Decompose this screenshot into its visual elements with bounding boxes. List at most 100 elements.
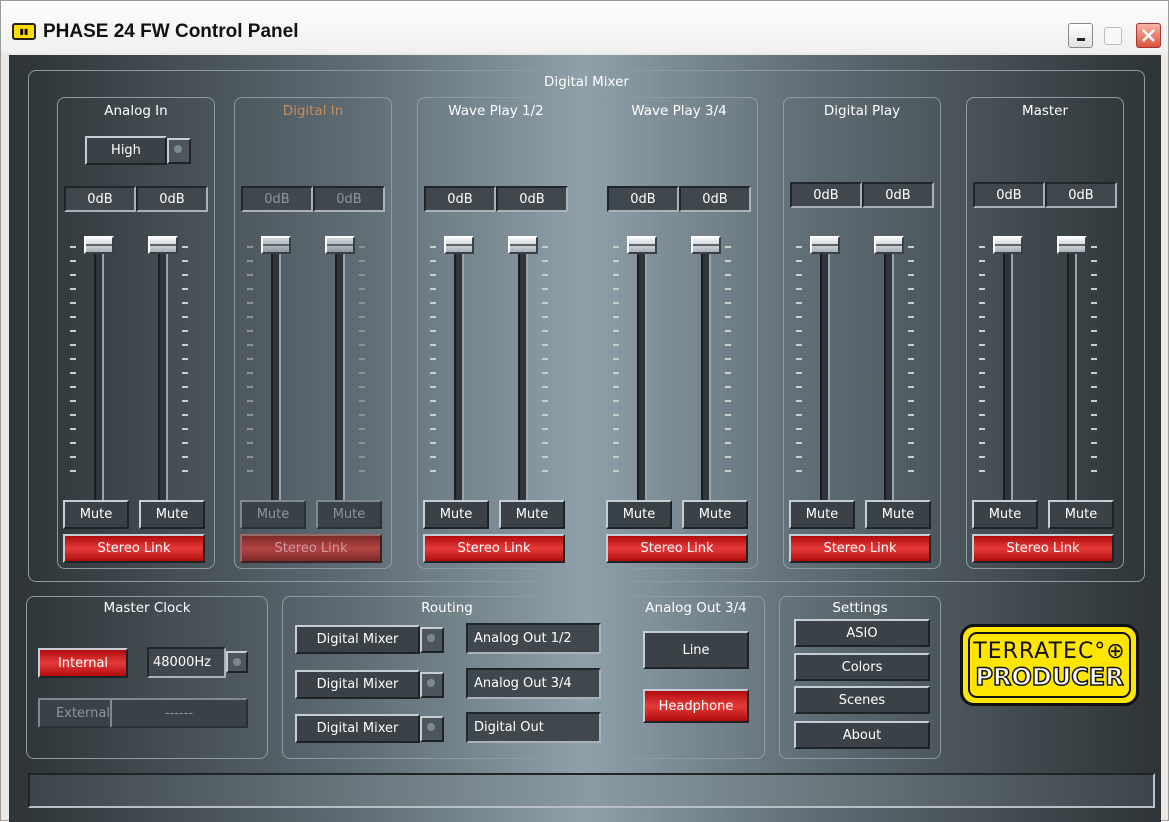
- right-fader-track[interactable]: [158, 250, 168, 506]
- stereo-link-button[interactable]: Stereo Link: [240, 534, 382, 563]
- channel-analog-in: Analog In High 0dB 0dB Mute Mute Stereo Link: [57, 97, 215, 569]
- left-fader-track[interactable]: [454, 250, 464, 506]
- left-fader-handle[interactable]: [993, 236, 1023, 254]
- channel-title: Wave Play 3/4: [631, 103, 727, 119]
- sample-rate-select[interactable]: 48000Hz: [147, 647, 226, 678]
- routing-source-select[interactable]: Digital Mixer: [295, 625, 420, 654]
- asio-button[interactable]: ASIO: [794, 619, 930, 647]
- input-gain-select[interactable]: High: [85, 136, 167, 165]
- fader-tick: [542, 386, 548, 388]
- left-fader-track[interactable]: [637, 250, 647, 506]
- fader-tick: [70, 428, 76, 430]
- left-fader-handle[interactable]: [84, 236, 114, 254]
- left-fader-handle[interactable]: [261, 236, 291, 254]
- mute-right-button[interactable]: Mute: [682, 500, 748, 529]
- fader-tick: [70, 246, 76, 248]
- fader-tick: [359, 386, 365, 388]
- fader-tick: [908, 400, 914, 402]
- fader-tick: [70, 274, 76, 276]
- fader-tick: [908, 288, 914, 290]
- fader-tick: [908, 358, 914, 360]
- left-fader-handle[interactable]: [627, 236, 657, 254]
- right-fader-handle[interactable]: [325, 236, 355, 254]
- fader-tick: [725, 316, 731, 318]
- line-button[interactable]: Line: [643, 631, 749, 669]
- fader-tick: [613, 386, 619, 388]
- mute-left-button[interactable]: Mute: [63, 500, 129, 529]
- routing-source-select[interactable]: Digital Mixer: [295, 714, 420, 743]
- fader-tick: [182, 386, 188, 388]
- right-fader-track[interactable]: [884, 250, 894, 506]
- fader-tick: [542, 456, 548, 458]
- routing-source-select[interactable]: Digital Mixer: [295, 670, 420, 699]
- scenes-button[interactable]: Scenes: [794, 686, 930, 714]
- mute-left-button[interactable]: Mute: [240, 500, 306, 529]
- right-fader-track[interactable]: [1067, 250, 1077, 506]
- stereo-link-button[interactable]: Stereo Link: [63, 534, 205, 563]
- sample-rate-dropdown-button[interactable]: [226, 651, 248, 673]
- fader-tick: [613, 414, 619, 416]
- close-button[interactable]: [1136, 23, 1161, 48]
- fader-tick: [542, 274, 548, 276]
- routing-source-dropdown-button[interactable]: [420, 627, 444, 653]
- fader-tick: [979, 470, 985, 472]
- mute-left-button[interactable]: Mute: [423, 500, 489, 529]
- mute-left-button[interactable]: Mute: [606, 500, 672, 529]
- headphone-button[interactable]: Headphone: [643, 689, 749, 723]
- fader-tick: [796, 400, 802, 402]
- left-fader-track[interactable]: [820, 250, 830, 506]
- left-level-display: 0dB: [607, 186, 679, 212]
- fader-tick: [613, 274, 619, 276]
- mute-right-button[interactable]: Mute: [1048, 500, 1114, 529]
- left-fader-handle[interactable]: [810, 236, 840, 254]
- right-fader-handle[interactable]: [874, 236, 904, 254]
- routing-source-dropdown-button[interactable]: [420, 716, 444, 742]
- app-icon[interactable]: ▮▮: [12, 23, 36, 40]
- fader-tick: [908, 372, 914, 374]
- terratec-producer-logo: TERRATEC°⊕ PRODUCER: [960, 624, 1139, 706]
- mute-left-button[interactable]: Mute: [972, 500, 1038, 529]
- minimize-button[interactable]: [1068, 23, 1093, 48]
- fader-tick: [542, 400, 548, 402]
- title-bar[interactable]: ▮▮ PHASE 24 FW Control Panel: [1, 1, 1168, 53]
- left-fader-track[interactable]: [1003, 250, 1013, 506]
- stereo-link-button[interactable]: Stereo Link: [972, 534, 1114, 563]
- routing-title: Routing: [421, 600, 473, 616]
- mute-right-button[interactable]: Mute: [316, 500, 382, 529]
- right-fader-handle[interactable]: [691, 236, 721, 254]
- about-button[interactable]: About: [794, 721, 930, 749]
- mute-right-button[interactable]: Mute: [499, 500, 565, 529]
- left-fader-handle[interactable]: [444, 236, 474, 254]
- routing-source-dropdown-button[interactable]: [420, 672, 444, 698]
- fader-tick: [1091, 344, 1097, 346]
- fader-tick: [979, 316, 985, 318]
- colors-button[interactable]: Colors: [794, 653, 930, 681]
- input-gain-dropdown-button[interactable]: [167, 138, 191, 164]
- channel-title: Digital Play: [823, 103, 901, 119]
- mute-right-button[interactable]: Mute: [865, 500, 931, 529]
- stereo-link-button[interactable]: Stereo Link: [789, 534, 931, 563]
- fader-tick: [1091, 316, 1097, 318]
- right-fader-handle[interactable]: [508, 236, 538, 254]
- right-fader-track[interactable]: [701, 250, 711, 506]
- left-fader-track[interactable]: [271, 250, 281, 506]
- stereo-link-button[interactable]: Stereo Link: [423, 534, 565, 563]
- fader-tick: [908, 316, 914, 318]
- fader-tick: [908, 246, 914, 248]
- right-fader-handle[interactable]: [1057, 236, 1087, 254]
- right-fader-handle[interactable]: [148, 236, 178, 254]
- routing-destination: Analog Out 1/2: [466, 623, 601, 654]
- fader-tick: [430, 302, 436, 304]
- fader-tick: [1091, 456, 1097, 458]
- right-fader-track[interactable]: [335, 250, 345, 506]
- left-fader-track[interactable]: [94, 250, 104, 506]
- stereo-link-button[interactable]: Stereo Link: [606, 534, 748, 563]
- mute-left-button[interactable]: Mute: [789, 500, 855, 529]
- internal-clock-button[interactable]: Internal: [38, 648, 128, 678]
- routing-group: Routing Digital Mixer Analog Out 1/2 Digit…: [282, 596, 612, 759]
- fader-tick: [70, 372, 76, 374]
- right-fader-track[interactable]: [518, 250, 528, 506]
- fader-tick: [979, 344, 985, 346]
- mute-right-button[interactable]: Mute: [139, 500, 205, 529]
- fader-tick: [796, 288, 802, 290]
